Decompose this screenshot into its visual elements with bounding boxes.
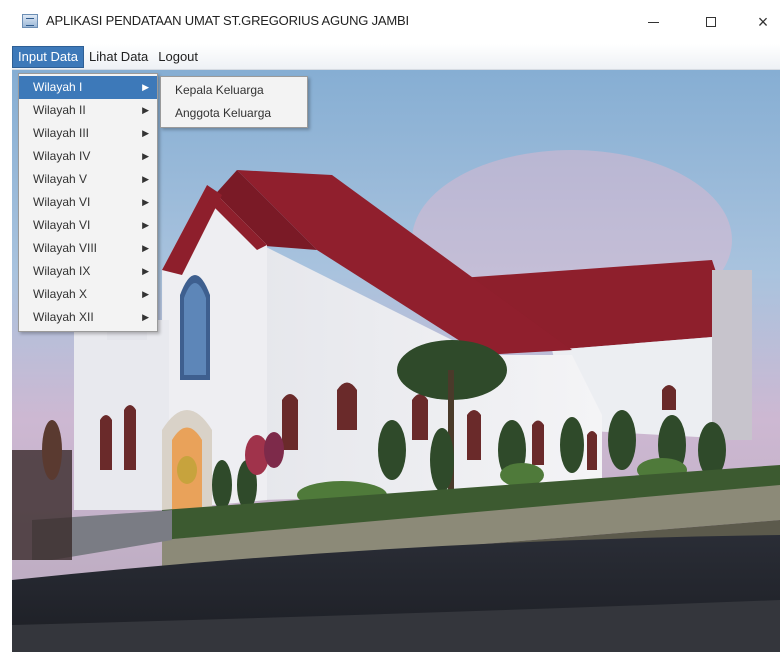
- minimize-button[interactable]: [630, 6, 676, 38]
- maximize-icon: [706, 17, 716, 27]
- submenu-arrow-icon: ▶: [142, 197, 149, 207]
- app-icon: [22, 14, 38, 28]
- submenu-arrow-icon: ▶: [142, 105, 149, 115]
- maximize-button[interactable]: [688, 6, 734, 38]
- title-bar: APLIKASI PENDATAAN UMAT ST.GREGORIUS AGU…: [0, 0, 780, 44]
- close-button[interactable]: ×: [740, 6, 780, 38]
- submenu-arrow-icon: ▶: [142, 151, 149, 161]
- window-title: APLIKASI PENDATAAN UMAT ST.GREGORIUS AGU…: [46, 13, 409, 28]
- menu-item-wilayah-v[interactable]: Wilayah V ▶: [19, 168, 157, 191]
- submenu-arrow-icon: ▶: [142, 243, 149, 253]
- wilayah-i-submenu: Kepala Keluarga Anggota Keluarga: [160, 76, 308, 128]
- submenu-arrow-icon: ▶: [142, 220, 149, 230]
- menu-item-wilayah-iii[interactable]: Wilayah III ▶: [19, 122, 157, 145]
- submenu-arrow-icon: ▶: [142, 174, 149, 184]
- menu-input-data[interactable]: Input Data: [12, 45, 84, 68]
- submenu-item-anggota-keluarga[interactable]: Anggota Keluarga: [161, 102, 307, 125]
- submenu-arrow-icon: ▶: [142, 312, 149, 322]
- submenu-arrow-icon: ▶: [142, 266, 149, 276]
- close-icon: ×: [757, 11, 769, 32]
- menu-item-wilayah-i[interactable]: Wilayah I ▶: [19, 76, 157, 99]
- menu-item-wilayah-x[interactable]: Wilayah X ▶: [19, 283, 157, 306]
- menu-item-wilayah-ix[interactable]: Wilayah IX ▶: [19, 260, 157, 283]
- menu-item-wilayah-iv[interactable]: Wilayah IV ▶: [19, 145, 157, 168]
- menu-item-wilayah-vi[interactable]: Wilayah VI ▶: [19, 191, 157, 214]
- menu-item-wilayah-vii[interactable]: Wilayah VI ▶: [19, 214, 157, 237]
- submenu-item-kepala-keluarga[interactable]: Kepala Keluarga: [161, 79, 307, 102]
- menu-item-wilayah-viii[interactable]: Wilayah VIII ▶: [19, 237, 157, 260]
- menu-bar: Input Data Lihat Data Logout: [12, 44, 780, 70]
- menu-logout[interactable]: Logout: [153, 46, 203, 68]
- submenu-arrow-icon: ▶: [142, 289, 149, 299]
- minimize-icon: [647, 21, 659, 23]
- menu-lihat-data[interactable]: Lihat Data: [84, 46, 153, 68]
- menu-item-wilayah-ii[interactable]: Wilayah II ▶: [19, 99, 157, 122]
- input-data-dropdown: Wilayah I ▶ Wilayah II ▶ Wilayah III ▶ Wila…: [18, 73, 158, 332]
- submenu-arrow-icon: ▶: [142, 82, 149, 92]
- menu-item-wilayah-xii[interactable]: Wilayah XII ▶: [19, 306, 157, 329]
- submenu-arrow-icon: ▶: [142, 128, 149, 138]
